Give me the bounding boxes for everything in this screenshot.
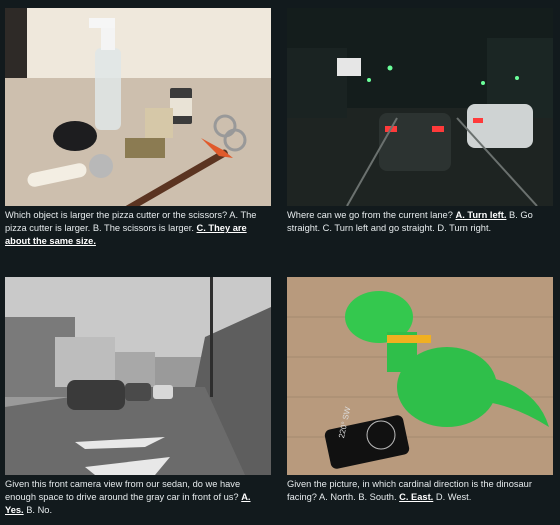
dinosaur-photo: 220° SW — [287, 277, 553, 475]
night-street-illustration — [287, 8, 553, 206]
objects-photo — [5, 8, 271, 206]
answer-text: A. Turn left. — [455, 210, 507, 220]
question-text: Where can we go from the current lane? — [287, 210, 453, 220]
front-camera-illustration — [5, 277, 271, 475]
objects-illustration — [5, 8, 271, 206]
options-rest: D. West. — [435, 492, 472, 503]
caption-objects: Which object is larger the pizza cutter … — [5, 209, 271, 249]
caption-dinosaur: Given the picture, in which cardinal dir… — [287, 478, 553, 504]
question-text: Given this front camera view from our se… — [5, 479, 241, 503]
caption-night-street: Where can we go from the current lane? A… — [287, 209, 553, 235]
options-rest: B. No. — [26, 505, 53, 516]
examples-grid: Which object is larger the pizza cutter … — [0, 0, 560, 525]
example-card-objects: Which object is larger the pizza cutter … — [5, 8, 271, 249]
caption-front-camera: Given this front camera view from our se… — [5, 478, 271, 518]
night-street-photo — [287, 8, 553, 206]
example-card-front-camera: Given this front camera view from our se… — [5, 277, 271, 518]
example-card-dinosaur: 220° SW Given the picture, in which card… — [287, 277, 553, 504]
dinosaur-illustration — [287, 277, 553, 475]
answer-text: C. East. — [399, 492, 434, 503]
example-card-night-street: Where can we go from the current lane? A… — [287, 8, 553, 235]
front-camera-photo — [5, 277, 271, 475]
